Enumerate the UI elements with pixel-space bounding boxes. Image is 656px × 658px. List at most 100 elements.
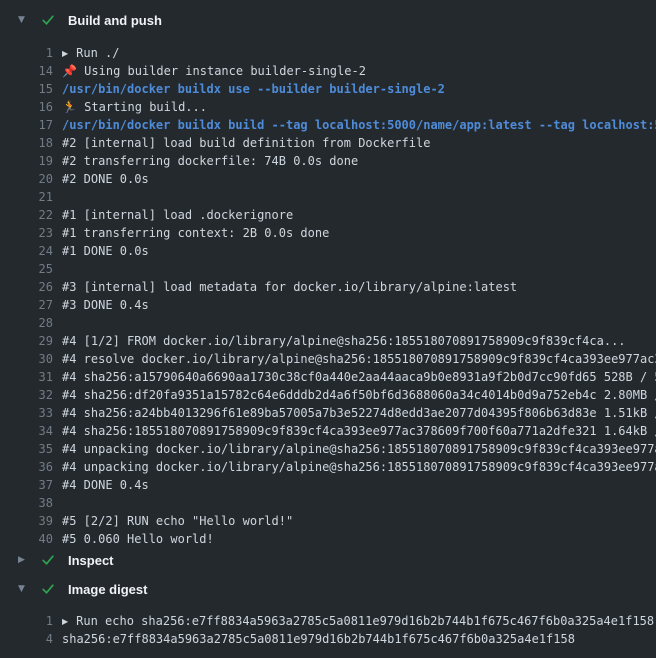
log-section-build-and-push: ▼ Build and push 1 ▶ Run ./ 14 📌 Using builder…: [0, 8, 656, 548]
success-check-icon: [41, 553, 55, 567]
line-number[interactable]: 20: [0, 170, 53, 188]
log-section-image-digest: ▼ Image digest 1 ▶ Run echo sha256:e7ff8834a…: [0, 577, 656, 648]
log-line: 23 #1 transferring context: 2B 0.0s done: [0, 224, 656, 242]
chevron-down-icon[interactable]: ▼: [18, 577, 30, 601]
log-line: 31 #4 sha256:a15790640a6690aa1730c38cf0a4…: [0, 368, 656, 386]
log-section-inspect: ▶Inspect: [0, 548, 656, 572]
log-line: 36 #4 unpacking docker.io/library/alpine@…: [0, 458, 656, 476]
log-text: #1 DONE 0.0s: [62, 242, 149, 260]
line-number[interactable]: 18: [0, 134, 53, 152]
success-check-icon: [41, 582, 55, 596]
line-number[interactable]: 17: [0, 116, 53, 134]
log-text: 🏃 Starting build...: [62, 98, 207, 116]
run-group-caret-icon[interactable]: ▶: [62, 45, 68, 62]
line-number[interactable]: 37: [0, 476, 53, 494]
log-text: #4 sha256:a15790640a6690aa1730c38cf0a440…: [62, 368, 656, 386]
line-number[interactable]: 33: [0, 404, 53, 422]
line-number[interactable]: 15: [0, 80, 53, 98]
run-command-text: Run ./: [76, 46, 119, 60]
log-text: #5 0.060 Hello world!: [62, 530, 214, 548]
log-line: 21: [0, 188, 656, 206]
log-text: #3 [internal] load metadata for docker.i…: [62, 278, 517, 296]
log-text: #5 [2/2] RUN echo "Hello world!": [62, 512, 293, 530]
log-line: 20 #2 DONE 0.0s: [0, 170, 656, 188]
line-number[interactable]: 19: [0, 152, 53, 170]
section-log-image-digest: 1 ▶ Run echo sha256:e7ff8834a5963a2785c5a0…: [0, 601, 656, 648]
log-line: 15/usr/bin/docker buildx use --builder b…: [0, 80, 656, 98]
log-line: 40 #5 0.060 Hello world!: [0, 530, 656, 548]
log-line: 26 #3 [internal] load metadata for docker…: [0, 278, 656, 296]
line-number[interactable]: 38: [0, 494, 53, 512]
log-text: ▶ Run echo sha256:e7ff8834a5963a2785c5a08…: [62, 612, 654, 630]
log-line: 30 #4 resolve docker.io/library/alpine@sh…: [0, 350, 656, 368]
log-text: /usr/bin/docker buildx use --builder bui…: [62, 80, 445, 98]
log-text: #4 DONE 0.4s: [62, 476, 149, 494]
log-text: #3 DONE 0.4s: [62, 296, 149, 314]
log-text: #4 resolve docker.io/library/alpine@sha2…: [62, 350, 656, 368]
log-line: 38: [0, 494, 656, 512]
log-text: 📌 Using builder instance builder-single-…: [62, 62, 366, 80]
line-number[interactable]: 21: [0, 188, 53, 206]
run-command-text: Run echo sha256:e7ff8834a5963a2785c5a081…: [76, 614, 654, 628]
log-line: 35#4 unpacking docker.io/library/alpine@…: [0, 440, 656, 458]
line-number[interactable]: 4: [0, 630, 53, 648]
section-header-inspect[interactable]: ▶Inspect: [0, 548, 656, 572]
line-number[interactable]: 35: [0, 440, 53, 458]
line-number[interactable]: 31: [0, 368, 53, 386]
log-text: #4 sha256:185518070891758909c9f839cf4ca3…: [62, 422, 656, 440]
log-line: 34 #4 sha256:185518070891758909c9f839cf4c…: [0, 422, 656, 440]
chevron-right-icon[interactable]: ▶: [18, 548, 30, 572]
log-line: 39 #5 [2/2] RUN echo "Hello world!": [0, 512, 656, 530]
line-number[interactable]: 32: [0, 386, 53, 404]
log-line: 32 #4 sha256:df20fa9351a15782c64e6dddb2d4…: [0, 386, 656, 404]
log-line: 1 ▶ Run ./: [0, 44, 656, 62]
log-line: 19 #2 transferring dockerfile: 74B 0.0s d…: [0, 152, 656, 170]
success-check-icon: [41, 13, 55, 27]
log-line: 24 #1 DONE 0.0s: [0, 242, 656, 260]
log-line: 27 #3 DONE 0.4s: [0, 296, 656, 314]
log-line: 1 ▶ Run echo sha256:e7ff8834a5963a2785c5a0…: [0, 612, 656, 630]
log-text: #2 [internal] load build definition from…: [62, 134, 430, 152]
line-number[interactable]: 26: [0, 278, 53, 296]
log-text: ▶ Run ./: [62, 44, 120, 62]
log-text: sha256:e7ff8834a5963a2785c5a0811e979d16b…: [62, 630, 575, 648]
line-number[interactable]: 1: [0, 612, 53, 630]
log-text: /usr/bin/docker buildx build --tag local…: [62, 116, 656, 134]
line-number[interactable]: 27: [0, 296, 53, 314]
log-line: 25: [0, 260, 656, 278]
section-title: Image digest: [68, 582, 147, 597]
line-number[interactable]: 36: [0, 458, 53, 476]
log-text: #2 DONE 0.0s: [62, 170, 149, 188]
line-number[interactable]: 39: [0, 512, 53, 530]
log-text: #2 transferring dockerfile: 74B 0.0s don…: [62, 152, 358, 170]
line-number[interactable]: 24: [0, 242, 53, 260]
log-line: 29#4 [1/2] FROM docker.io/library/alpine…: [0, 332, 656, 350]
line-number[interactable]: 16: [0, 98, 53, 116]
section-title: Build and push: [68, 13, 162, 28]
log-line: 17/usr/bin/docker buildx build --tag loc…: [0, 116, 656, 134]
log-text: #4 sha256:df20fa9351a15782c64e6dddb2d4a6…: [62, 386, 656, 404]
line-number[interactable]: 34: [0, 422, 53, 440]
line-number[interactable]: 14: [0, 62, 53, 80]
log-text: #1 transferring context: 2B 0.0s done: [62, 224, 329, 242]
run-group-caret-icon[interactable]: ▶: [62, 613, 68, 630]
chevron-down-icon[interactable]: ▼: [18, 8, 30, 32]
line-number[interactable]: 23: [0, 224, 53, 242]
log-line: 33 #4 sha256:a24bb4013296f61e89ba57005a7b…: [0, 404, 656, 422]
section-log-build-and-push: 1 ▶ Run ./ 14 📌 Using builder instance build…: [0, 32, 656, 548]
line-number[interactable]: 40: [0, 530, 53, 548]
line-number[interactable]: 22: [0, 206, 53, 224]
line-number[interactable]: 30: [0, 350, 53, 368]
section-header-image-digest[interactable]: ▼ Image digest: [0, 577, 656, 601]
log-text: #4 sha256:a24bb4013296f61e89ba57005a7b3e…: [62, 404, 656, 422]
log-line: 16 🏃 Starting build...: [0, 98, 656, 116]
line-number[interactable]: 28: [0, 314, 53, 332]
line-number[interactable]: 25: [0, 260, 53, 278]
line-number[interactable]: 1: [0, 44, 53, 62]
line-number[interactable]: 29: [0, 332, 53, 350]
log-text: #4 unpacking docker.io/library/alpine@sh…: [62, 458, 656, 476]
actions-log-viewer: ▼Build and push1▶Run ./14📌 Using builder…: [0, 0, 656, 658]
log-line: 14 📌 Using builder instance builder-singl…: [0, 62, 656, 80]
log-line: 4 sha256:e7ff8834a5963a2785c5a0811e979d16…: [0, 630, 656, 648]
section-header-build-and-push[interactable]: ▼ Build and push: [0, 8, 656, 32]
